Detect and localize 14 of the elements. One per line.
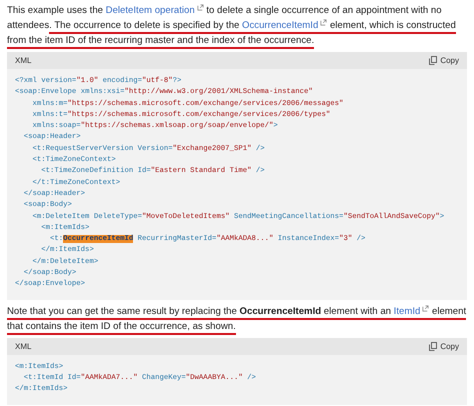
copy-icon [429, 342, 438, 351]
language-label: XML [15, 342, 32, 351]
copy-button[interactable]: Copy [429, 56, 459, 65]
link[interactable]: DeleteItem operation [106, 5, 204, 16]
link[interactable]: ItemId [394, 306, 430, 320]
language-label: XML [15, 56, 32, 65]
paragraph: Note that you can get the same result by replacing the OccurrenceItemId element with an ItemId element that contains the item ID of the occurrence, as shown. [7, 304, 467, 334]
external-link-icon [320, 19, 328, 26]
copy-button[interactable]: Copy [429, 342, 459, 351]
external-link-icon [422, 304, 430, 312]
link[interactable]: OccurrenceItemId [242, 20, 328, 34]
copy-icon [429, 56, 438, 65]
external-link-icon [196, 4, 204, 11]
paragraph: This example uses the DeleteItem operation to delete a single occurrence of an appointment with no attendees. The occurrence to delete is specified by the OccurrenceItemId element, which is constructed from the item ID of the recurring master and the index of the occurrence. [7, 3, 467, 48]
